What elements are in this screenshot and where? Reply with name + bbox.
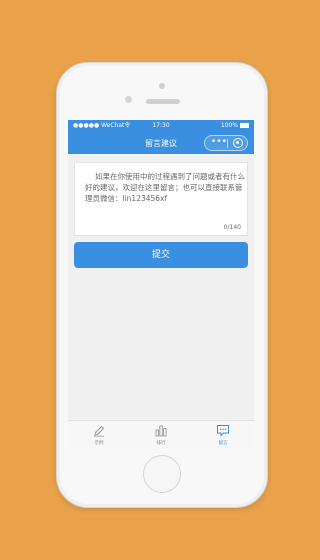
tab-label-messages: 留言	[218, 441, 228, 446]
more-icon[interactable]: •••	[211, 138, 227, 147]
tab-ranking[interactable]: 排行	[130, 421, 192, 448]
pencil-icon	[94, 425, 105, 437]
home-button[interactable]	[143, 455, 181, 493]
speaker-grille	[146, 99, 180, 104]
tab-label-examples: 示例	[94, 441, 104, 446]
feedback-box: 如果在你使用中的过程遇到了问题或者有什么好的建议，欢迎在这里留言；也可以直接联系…	[74, 162, 248, 236]
battery-percent: 100%	[220, 122, 238, 129]
app-header: ●●●●● WeChat令 17:30 100% 留言建议 •••	[68, 120, 254, 154]
status-bar: ●●●●● WeChat令 17:30 100%	[68, 120, 254, 132]
message-icon	[217, 425, 229, 437]
char-counter: 0/140	[223, 224, 241, 231]
bar-chart-icon	[155, 425, 167, 437]
stage: ●●●●● WeChat令 17:30 100% 留言建议 ••• 如果在你使用…	[0, 0, 320, 560]
battery-icon	[240, 123, 249, 128]
front-camera	[125, 96, 132, 103]
submit-button[interactable]: 提交	[74, 242, 248, 268]
tab-examples[interactable]: 示例	[68, 421, 130, 448]
capsule-divider	[227, 139, 228, 148]
tab-messages[interactable]: 留言	[192, 421, 254, 448]
tab-bar: 示例 排行 留言	[68, 420, 254, 448]
feedback-input[interactable]: 如果在你使用中的过程遇到了问题或者有什么好的建议，欢迎在这里留言；也可以直接联系…	[85, 171, 245, 204]
miniprogram-capsule: •••	[204, 135, 248, 151]
app-screen: ●●●●● WeChat令 17:30 100% 留言建议 ••• 如果在你使用…	[68, 120, 254, 448]
close-circle-icon[interactable]	[233, 138, 243, 148]
earpiece-dot	[159, 83, 165, 89]
tab-label-ranking: 排行	[156, 441, 166, 446]
